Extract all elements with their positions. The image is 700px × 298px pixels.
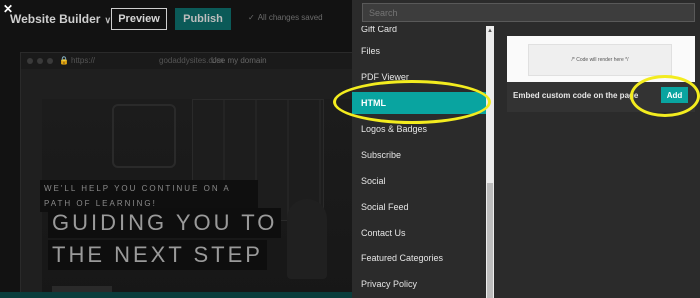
window-dot-icon [47, 58, 53, 64]
section-item-social-feed[interactable]: Social Feed [352, 196, 486, 218]
use-my-domain-link[interactable]: Use my domain [211, 56, 267, 65]
url-scheme: https:// [71, 56, 96, 65]
editor-topbar: Website Builder ∨ Preview Publish ✓ All ch… [0, 0, 352, 40]
section-item-gift-card[interactable]: Gift Card [352, 26, 486, 40]
website-builder-title: Website Builder [10, 12, 101, 26]
section-item-featured-categories[interactable]: Featured Categories [352, 247, 486, 269]
hero-chair-shape [112, 104, 176, 168]
html-card-description: Embed custom code on the page [513, 91, 639, 100]
section-item-files[interactable]: Files [352, 40, 486, 62]
section-item-logos-badges[interactable]: Logos & Badges [352, 118, 486, 140]
section-item-pdf-viewer[interactable]: PDF Viewer [352, 66, 486, 88]
window-dot-icon [27, 58, 33, 64]
html-card-preview: /* Code will render here */ [528, 44, 672, 76]
preview-button[interactable]: Preview [111, 8, 167, 30]
window-dot-icon [37, 58, 43, 64]
publish-button[interactable]: Publish [175, 8, 231, 30]
close-icon[interactable]: ✕ [3, 2, 13, 16]
section-item-social[interactable]: Social [352, 170, 486, 192]
search-input[interactable] [362, 3, 695, 22]
lock-icon: 🔒 [59, 56, 69, 65]
check-icon: ✓ [248, 13, 255, 22]
hero-headline: GUIDING YOU TO THE NEXT STEP [48, 208, 282, 272]
section-item-contact-us[interactable]: Contact Us [352, 222, 486, 244]
save-status: ✓ All changes saved [248, 13, 323, 22]
save-status-text: All changes saved [257, 13, 323, 22]
section-list: Gift Card Files PDF Viewer HTML Logos & Badg… [352, 26, 486, 298]
editor-background: Website Builder ∨ Preview Publish ✓ All ch… [0, 0, 352, 298]
hero-person-shape [287, 199, 327, 279]
section-item-html[interactable]: HTML [352, 92, 486, 114]
website-builder-menu[interactable]: Website Builder ∨ [10, 12, 111, 26]
scroll-thumb[interactable] [487, 183, 493, 298]
hero-headline-line1: GUIDING YOU TO [48, 208, 282, 238]
teal-strip [0, 292, 352, 298]
scroll-up-icon[interactable]: ▲ [487, 28, 493, 34]
section-item-privacy-policy[interactable]: Privacy Policy [352, 273, 486, 295]
section-item-subscribe[interactable]: Subscribe [352, 144, 486, 166]
browser-bar: 🔒 https:// godaddysites.com Use my domai… [21, 53, 352, 69]
hero-headline-line2: THE NEXT STEP [48, 240, 267, 270]
add-button[interactable]: Add [661, 87, 688, 103]
